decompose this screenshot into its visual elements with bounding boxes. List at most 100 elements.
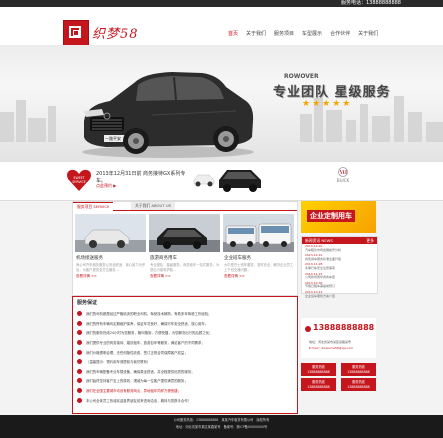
hotline-text: 服务电话：13888888888 xyxy=(337,0,405,7)
sedan-car-image xyxy=(82,72,254,158)
nav-cars[interactable]: 车型展示 xyxy=(298,27,326,41)
contact-email[interactable]: E-mail：dedecms58@qq.com xyxy=(309,346,353,350)
news-title: 新闻资讯 NEWS xyxy=(305,238,333,243)
guarantee-item: 我们在全国主要城市均设有服务网点，异地租车同样方便快捷； xyxy=(77,386,293,396)
main-nav: 首页 关于我们 服务项目 车型展示 合作伙伴 关于我们 xyxy=(224,27,382,41)
service-card[interactable]: 旅游商务用车 专业团队、星级服务，商务租车一站式服务，为您出行保驾护航... 查… xyxy=(149,214,220,292)
guarantee-item: 我们提供专业的商务接待、婚庆租车、旅游包车等服务，满足客户的不同需求； xyxy=(77,338,293,348)
card-title: 企业班车服务 xyxy=(224,256,251,261)
hotline-button[interactable]: 服务热线 13888888888 xyxy=(341,378,376,391)
site-name[interactable]: 织梦58 xyxy=(92,23,139,42)
logo-icon xyxy=(69,26,81,38)
promo-link[interactable]: 点此预约 ▶ xyxy=(96,183,116,189)
card-more-link[interactable]: 查看详情 >> xyxy=(76,274,146,279)
news-more-link[interactable]: 更多 xyxy=(366,237,374,244)
promo-text: 2013年12月31日前 商务接待GX系列专车。 xyxy=(96,171,186,184)
contact-phone: 13888888888 xyxy=(313,323,375,332)
service-card[interactable]: 机场接送服务 我公司汽车租赁服务以安全舒适、省心省力为宗旨，为客户提供全方位服务… xyxy=(75,214,146,292)
card-more-link[interactable]: 查看详情 >> xyxy=(150,274,220,279)
bullet-icon xyxy=(77,311,82,317)
bullet-icon xyxy=(77,378,82,384)
hotline-button[interactable]: 服务热线 13888888888 xyxy=(301,363,336,376)
footer-line1: 公司服务热线：13888888888 某某汽车租赁有限公司 版权所有 xyxy=(173,418,270,422)
badge-line2: SERVICE xyxy=(72,180,85,184)
header: 织梦58 首页 关于我们 服务项目 车型展示 合作伙伴 关于我们 xyxy=(0,7,443,46)
news-item[interactable]: 2013-12-20 汽车租赁市场发展前景分析 xyxy=(302,244,377,253)
guarantee-text: 我们提供专业的商务接待、婚庆租车、旅游包车等服务，满足客户的不同需求； xyxy=(86,341,205,346)
card-desc: 我公司汽车租赁服务以安全舒适、省心省力为宗旨，为客户提供全方位服务... xyxy=(76,263,146,272)
service-hotline-grid: 服务热线 13888888888 服务热线 13888888888 服务热线 138888… xyxy=(301,363,376,391)
guarantee-text: 我们始终坚持客户至上的原则，竭诚为每一位客户提供满意的服务； xyxy=(86,379,188,384)
news-box: 新闻资讯 NEWS 更多 2013-12-20 汽车租赁市场发展前景分析 2013-… xyxy=(301,236,378,297)
nav-about-2[interactable]: 关于我们 xyxy=(354,27,382,41)
card-title: 机场接送服务 xyxy=(76,256,103,261)
service-title: 服务保证 xyxy=(77,300,98,306)
hotline-number: 13888888888 xyxy=(347,384,370,389)
hotline-number: 13888888888 xyxy=(307,369,330,374)
guarantee-text: 我们的司机都是经过严格培训的职业司机，驾驶技术娴熟，有着多年驾驶工作经验； xyxy=(86,312,212,317)
brand-logo-caption: BUICK xyxy=(336,178,350,183)
services-panel: 服务项目 SERVICE 关于我们 ABOUT US 机场接送服务 我公司汽车租… xyxy=(72,201,298,296)
tab-about[interactable]: 关于我们 ABOUT US xyxy=(131,202,176,210)
tab-services[interactable]: 服务项目 SERVICE xyxy=(73,202,114,211)
banner-slogan: 专业团队 星级服务 xyxy=(273,85,391,100)
card-image-business xyxy=(149,214,220,252)
guarantee-text: 我们的所有车辆均定期维护保养，保证车况良好，确保行车安全舒适，放心用车； xyxy=(86,321,209,326)
service-card[interactable]: 企业班车服务 大中型巴士班车服务，准时安全，解决企业员工上下班交通问题... 查… xyxy=(223,214,294,292)
bullet-icon xyxy=(77,359,82,365)
logo[interactable] xyxy=(63,20,89,46)
contact-address: 地址：河北省某市某区某路某号 xyxy=(309,340,352,344)
hotline-button[interactable]: 服务热线 13888888888 xyxy=(301,378,336,391)
service-cards: 机场接送服务 我公司汽车租赁服务以安全舒适、省心省力为宗旨，为客户提供全方位服务… xyxy=(75,214,294,292)
news-item-title: 冬季行车安全注意事项 xyxy=(305,265,336,270)
guarantee-text: 我们价格透明合理，无任何隐性收费，签订正规合同保障客户权益； xyxy=(86,350,188,355)
news-item[interactable]: 2013-11-15 公司新增豪华商务车型 xyxy=(302,272,377,281)
promo-strip: SWEET SERVICE 2013年12月31日前 商务接待GX系列专车。 点… xyxy=(0,162,443,201)
custom-car-ad[interactable]: 企业定制用车 xyxy=(301,201,376,233)
news-item[interactable]: 2013-12-10 商务用车服务标准全面升级 xyxy=(302,253,377,262)
nav-home[interactable]: 首页 xyxy=(224,27,242,41)
footer: 公司服务热线：13888888888 某某汽车租赁有限公司 版权所有 地址：河北… xyxy=(0,415,443,438)
nav-partners[interactable]: 合作伙伴 xyxy=(326,27,354,41)
hotline-button[interactable]: 服务热线 13888888888 xyxy=(341,363,376,376)
bullet-icon xyxy=(77,330,82,336)
contact-box: 13888888888 地址：河北省某市某区某路某号 E-mail：dedecm… xyxy=(301,318,376,358)
brand-logo: BUICK xyxy=(336,167,350,183)
hero-banner[interactable]: 一路平安 ROWOVER 专业团队 星级服务 ★★★★★ xyxy=(0,45,443,162)
bullet-icon xyxy=(77,388,82,394)
service-guarantee-box: 服务保证 我们的司机都是经过严格培训的职业司机，驾驶技术娴熟，有着多年驾驶工作经… xyxy=(72,296,298,414)
guarantee-item: 我们的车辆配备专业车载设备，确保乘坐舒适，并全程提供优质的服务； xyxy=(77,367,293,377)
news-item[interactable]: 2013-11-28 冬季行车安全注意事项 xyxy=(302,262,377,271)
brand-text: ROWOVER xyxy=(284,73,319,80)
guarantee-text: 我们在全国主要城市均设有服务网点，异地租车同样方便快捷； xyxy=(86,389,181,394)
guarantee-text: 我们的服务热线24小时为您服务，随叫随到，方便快捷，为您解决出行的后顾之忧； xyxy=(86,331,213,336)
footer-line2: 地址：河北省某市某区某路某号 备案号：冀ICP备00000000号 xyxy=(175,425,268,429)
white-car-image xyxy=(193,174,215,187)
guarantee-item: 本公司全体员工热诚欢迎各界朋友前来咨询洽谈，期待与您携手合作！ xyxy=(77,395,293,405)
hotline-number: 13888888888 xyxy=(307,384,330,389)
guarantee-item: 我们的服务热线24小时为您服务，随叫随到，方便快捷，为您解决出行的后顾之忧； xyxy=(77,328,293,338)
panel-tabs: 服务项目 SERVICE 关于我们 ABOUT US xyxy=(73,202,297,211)
guarantee-item: 我们的所有车辆均定期维护保养，保证车况良好，确保行车安全舒适，放心用车； xyxy=(77,319,293,329)
heart-badge-icon: SWEET SERVICE xyxy=(67,169,91,191)
bullet-icon xyxy=(77,340,82,346)
nav-services[interactable]: 服务项目 xyxy=(270,27,298,41)
bullet-icon xyxy=(77,368,82,374)
news-item-title: 汽车租赁市场发展前景分析 xyxy=(305,247,342,252)
guarantee-item: （温馨提示：预约用车请提前与我们联系） xyxy=(77,357,293,367)
buick-logo-icon xyxy=(338,167,348,177)
license-plate: 一路平安 xyxy=(105,136,121,141)
hotline-number: 13888888888 xyxy=(347,369,370,374)
card-more-link[interactable]: 查看详情 >> xyxy=(224,274,294,279)
news-item[interactable]: 2013-10-12 企业班车服务方案介绍 xyxy=(302,290,377,299)
bullet-icon xyxy=(77,349,82,355)
suv-image xyxy=(219,170,261,192)
news-item-title: 节假日租车需提前预订 xyxy=(305,284,336,289)
phone-icon xyxy=(305,326,311,332)
news-item-title: 企业班车服务方案介绍 xyxy=(305,293,336,298)
guarantee-text: 我们的车辆配备专业车载设备，确保乘坐舒适，并全程提供优质的服务； xyxy=(86,369,195,374)
nav-about[interactable]: 关于我们 xyxy=(242,27,270,41)
guarantee-text: （温馨提示：预约用车请提前与我们联系） xyxy=(86,360,151,365)
news-item[interactable]: 2013-10-30 节假日租车需提前预订 xyxy=(302,281,377,290)
card-desc: 大中型巴士班车服务，准时安全，解决企业员工上下班交通问题... xyxy=(224,263,294,272)
